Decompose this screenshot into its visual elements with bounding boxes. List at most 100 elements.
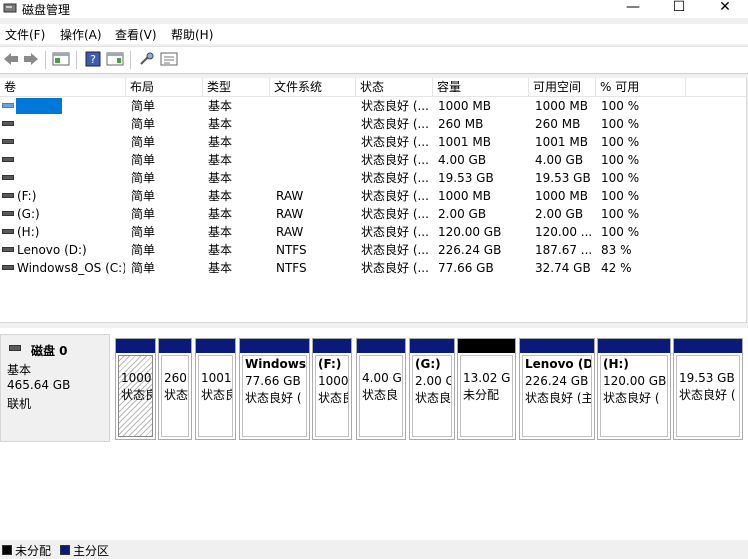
partition-title: Lenovo (D [525, 357, 592, 371]
partition-box[interactable]: Lenovo (D 226.24 GB 状态良好 (主 [519, 338, 595, 440]
volume-row[interactable]: 简单 基本 状态良好 (... 1001 MB 1001 MB 100 % [0, 133, 746, 151]
volume-row[interactable]: (F:) 简单 基本 RAW 状态良好 (... 1000 MB 1000 MB 100 % [0, 187, 746, 205]
volume-free: 260 MB [535, 117, 581, 131]
volume-fs: NTFS [276, 243, 307, 257]
menu-file[interactable]: 文件(F) [5, 26, 45, 43]
properties-icon[interactable] [106, 51, 124, 67]
volume-free: 32.74 GB [535, 261, 591, 275]
volume-capacity: 2.00 GB [438, 207, 487, 221]
legend-unallocated-label: 未分配 [15, 544, 52, 558]
toolbar: ? [0, 46, 748, 74]
partition-type-bar [674, 339, 742, 353]
volume-row[interactable]: 简单 基本 状态良好 (... 19.53 GB 19.53 GB 100 % [0, 169, 746, 187]
volume-row[interactable]: Windows8_OS (C:) 简单 基本 NTFS 状态良好 (... 77.66 G… [0, 259, 746, 277]
partition-type-bar [357, 339, 405, 353]
volume-status: 状态良好 (... [361, 171, 429, 185]
partition-box[interactable]: 4.00 G 状态良 [356, 338, 406, 440]
partition-box[interactable]: 1001 状态良 [195, 338, 236, 440]
volume-capacity: 260 MB [438, 117, 484, 131]
column-capacity[interactable]: 容量 [433, 78, 529, 96]
minimize-button[interactable]: — [610, 0, 656, 18]
partition-box[interactable]: 13.02 G 未分配 [457, 338, 516, 440]
volume-capacity: 19.53 GB [438, 171, 494, 185]
volume-type: 基本 [208, 207, 233, 221]
legend-primary-label: 主分区 [73, 544, 110, 558]
volume-fs: RAW [276, 207, 304, 221]
connect-icon[interactable] [138, 51, 156, 67]
column-percent-free[interactable]: % 可用 [596, 78, 686, 96]
volume-name: (H:) [17, 225, 40, 239]
partition-type-bar [159, 339, 191, 353]
volume-type: 基本 [208, 99, 233, 113]
window-title: 磁盘管理 [22, 3, 71, 17]
partition-box[interactable]: Windows 77.66 GB 状态良好 ( [239, 338, 310, 440]
volume-pct: 100 % [601, 207, 640, 221]
maximize-button[interactable]: ☐ [656, 0, 702, 18]
volume-row[interactable]: Lenovo (D:) 简单 基本 NTFS 状态良好 (... 226.24 GB 187… [0, 241, 746, 259]
volume-layout: 简单 [131, 153, 156, 167]
volume-type: 基本 [208, 225, 233, 239]
partition-size: 260 [164, 371, 187, 385]
column-layout[interactable]: 布局 [126, 78, 203, 96]
partition-size: 1001 [201, 371, 232, 385]
partition-title: Windows [245, 357, 306, 371]
volume-fs: NTFS [276, 261, 307, 275]
volume-type: 基本 [208, 135, 233, 149]
volume-free: 4.00 GB [535, 153, 584, 167]
volume-row[interactable]: (G:) 简单 基本 RAW 状态良好 (... 2.00 GB 2.00 GB 100 % [0, 205, 746, 223]
volume-pct: 83 % [601, 243, 632, 257]
partition-status: 未分配 [463, 388, 500, 402]
menu-bar: 文件(F) 操作(A) 查看(V) 帮助(H) [0, 24, 748, 44]
volume-row[interactable]: (H:) 简单 基本 RAW 状态良好 (... 120.00 GB 120.00 ... 1… [0, 223, 746, 241]
legend-unallocated-swatch [2, 545, 12, 555]
partition-box[interactable]: 260 状态 [158, 338, 192, 440]
volume-name: (G:) [17, 207, 40, 221]
volume-type: 基本 [208, 153, 233, 167]
volume-pct: 100 % [601, 135, 640, 149]
view-icon[interactable] [160, 51, 178, 67]
volume-icon [2, 211, 14, 216]
partition-type-bar [520, 339, 594, 353]
disk-0-info[interactable]: 磁盘 0 基本 465.64 GB 联机 [0, 334, 110, 442]
volume-status: 状态良好 (... [361, 261, 429, 275]
partition-box[interactable]: (G:) 2.00 G 状态良 [409, 338, 455, 440]
show-pane-icon[interactable] [52, 51, 70, 67]
partition-type-bar [598, 339, 670, 353]
partition-box[interactable]: (F:) 1000 状态良 [312, 338, 352, 440]
volume-layout: 简单 [131, 135, 156, 149]
column-free-space[interactable]: 可用空间 [529, 78, 596, 96]
help-icon[interactable]: ? [84, 51, 102, 67]
partition-body: Lenovo (D 226.24 GB 状态良好 (主 [522, 355, 592, 437]
partition-size: 1000 [121, 371, 152, 385]
volume-free: 120.00 ... [535, 225, 593, 239]
volume-name [17, 115, 125, 133]
menu-help[interactable]: 帮助(H) [171, 26, 213, 43]
toolbar-separator [76, 51, 77, 69]
partition-box[interactable]: (H:) 120.00 GB 状态良好 ( [597, 338, 671, 440]
column-status[interactable]: 状态 [356, 78, 433, 96]
volume-row[interactable]: 简单 基本 状态良好 (... 260 MB 260 MB 100 % [0, 115, 746, 133]
partition-box[interactable]: 1000 状态良 [115, 338, 156, 440]
volume-row[interactable]: 简单 基本 状态良好 (... 4.00 GB 4.00 GB 100 % [0, 151, 746, 169]
menu-view[interactable]: 查看(V) [115, 26, 157, 43]
close-button[interactable]: ✕ [702, 0, 748, 18]
column-filesystem[interactable]: 文件系统 [270, 78, 356, 96]
volume-status: 状态良好 (... [361, 243, 429, 257]
forward-arrow-icon[interactable] [22, 51, 40, 67]
partition-type-bar [196, 339, 235, 353]
menu-action[interactable]: 操作(A) [60, 26, 102, 43]
partition-size: 2.00 G [415, 374, 452, 388]
volume-icon [2, 157, 14, 162]
back-arrow-icon[interactable] [2, 51, 20, 67]
volume-status: 状态良好 (... [361, 135, 429, 149]
volume-list[interactable]: 卷 布局 类型 文件系统 状态 容量 可用空间 % 可用 简单 基本 状态良好 (.… [0, 78, 747, 322]
volume-pct: 100 % [601, 225, 640, 239]
volume-free: 187.67 ... [535, 243, 593, 257]
volume-type: 基本 [208, 117, 233, 131]
column-volume[interactable]: 卷 [0, 78, 126, 96]
column-type[interactable]: 类型 [203, 78, 270, 96]
legend-primary-swatch [60, 545, 70, 555]
partition-box[interactable]: 19.53 GB 状态良好 ( [673, 338, 743, 440]
disk-state: 联机 [7, 397, 32, 411]
volume-row[interactable]: 简单 基本 状态良好 (... 1000 MB 1000 MB 100 % [0, 97, 746, 115]
